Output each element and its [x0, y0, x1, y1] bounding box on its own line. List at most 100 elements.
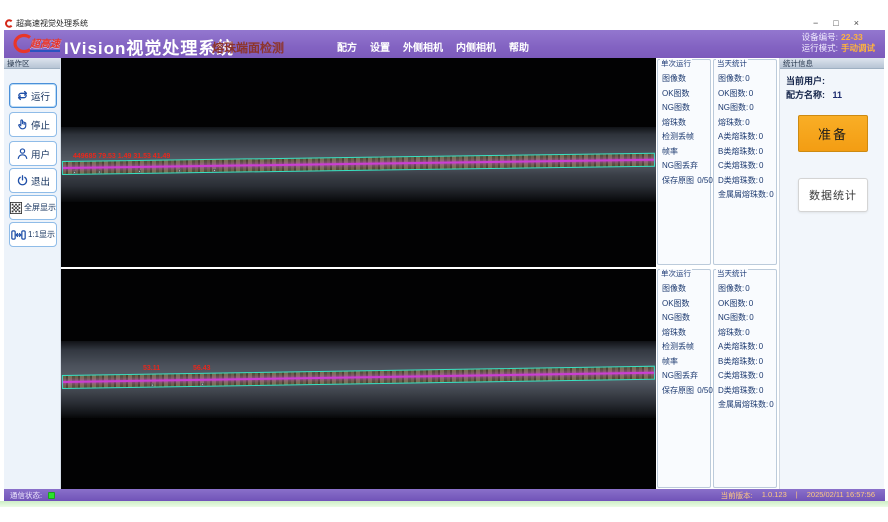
stat-row: 熔珠数 [658, 116, 710, 131]
power-icon [16, 174, 29, 187]
page-title: IVision视觉处理系统 [64, 34, 234, 59]
daily-stats-camera2: 当天统计 图像数:0 OK图数:0 NG图数:0 熔珠数:0 A类熔珠数:0 B… [713, 269, 777, 488]
sidebar-operations: 操作区 运行 停止 用户 退出 [4, 58, 61, 489]
camera1-defect-mark [178, 169, 181, 172]
stat-row: OK图数:0 [714, 87, 776, 102]
stat-row: C类熔珠数:0 [714, 369, 776, 384]
menu-item-inner-camera[interactable]: 内侧相机 [456, 39, 496, 54]
window-titlebar: 超高速视觉处理系统 − □ × [4, 17, 885, 30]
stat-row: A类熔珠数:0 [714, 340, 776, 355]
current-user-label: 当前用户: [786, 76, 825, 86]
inner-camera-view[interactable]: 53.11 56.43 [61, 269, 656, 489]
stat-row: NG图丢弃 [658, 159, 710, 174]
maximize-button[interactable]: □ [833, 17, 838, 30]
stat-row: NG图数:0 [714, 101, 776, 116]
stat-row: 帧率 [658, 355, 710, 370]
prepare-button[interactable]: 准备 [798, 115, 868, 152]
one-to-one-icon [11, 229, 26, 241]
stat-row: OK图数 [658, 297, 710, 312]
fullscreen-button[interactable]: 全屏显示 [9, 195, 57, 220]
stat-row: NG图数:0 [714, 311, 776, 326]
camera1-defect-mark [213, 169, 216, 172]
stat-row: A类熔珠数:0 [714, 130, 776, 145]
save-label: 保存原图 [662, 176, 694, 185]
run-button[interactable]: 运行 [9, 83, 57, 108]
menu-item-settings[interactable]: 设置 [370, 39, 390, 54]
camera2-measurement-annotation: 53.11 [143, 365, 160, 372]
data-statistics-button[interactable]: 数据统计 [798, 178, 868, 212]
group-title: 单次运行 [660, 59, 692, 68]
camera1-seam-line [63, 159, 654, 169]
info-panel-title: 统计信息 [780, 58, 884, 69]
group-title: 当天统计 [716, 269, 748, 278]
camera1-defect-mark [73, 171, 76, 174]
status-separator: | [796, 490, 798, 501]
stop-button[interactable]: 停止 [9, 112, 57, 137]
menu-item-recipe[interactable]: 配方 [337, 39, 357, 54]
app-header: 超高速 IVision视觉处理系统 熔珠端面检测 配方 设置 外侧相机 内侧相机… [4, 30, 885, 58]
statistics-info-panel: 统计信息 当前用户: 配方名称: 11 准备 数据统计 [779, 58, 884, 489]
one-to-one-button[interactable]: 1:1显示 [9, 222, 57, 247]
one-to-one-button-label: 1:1显示 [28, 229, 55, 240]
stat-row-save: 保存原图 0/500 [658, 384, 710, 399]
stat-row: NG图数 [658, 101, 710, 116]
camera2-defect-mark [201, 383, 204, 386]
stat-row: NG图丢弃 [658, 369, 710, 384]
camera1-defect-mark [98, 170, 101, 173]
exit-button[interactable]: 退出 [9, 168, 57, 193]
stop-button-label: 停止 [31, 118, 50, 132]
status-datetime: 2025/02/11 16:57:56 [807, 490, 875, 501]
stat-row: 图像数 [658, 282, 710, 297]
device-number-value: 22-33 [841, 32, 863, 42]
stat-row: 金属屑熔珠数:0 [714, 188, 776, 203]
page-subtitle: 熔珠端面检测 [212, 39, 284, 56]
version-value: 1.0.123 [762, 490, 787, 501]
exit-button-label: 退出 [31, 174, 50, 188]
save-label: 保存原图 [662, 386, 694, 395]
stat-row: D类熔珠数:0 [714, 384, 776, 399]
camera2-defect-mark [151, 384, 154, 387]
stop-hand-icon [16, 118, 29, 131]
run-button-label: 运行 [31, 89, 50, 103]
version-label: 当前版本: [721, 490, 753, 501]
brand-name: 超高速 [30, 35, 60, 52]
taskbar-edge-strip [0, 501, 888, 507]
app-logo-icon [4, 19, 13, 28]
stat-row: 熔珠数:0 [714, 116, 776, 131]
stat-row: D类熔珠数:0 [714, 174, 776, 189]
main-menu: 配方 设置 外侧相机 内侧相机 帮助 [337, 39, 529, 54]
stat-row: 金属屑熔珠数:0 [714, 398, 776, 413]
stat-row: 熔珠数 [658, 326, 710, 341]
comm-status-label: 通信状态: [10, 490, 42, 501]
outer-camera-view[interactable]: 449685 79.53 1.49 31.53 41.49 [61, 58, 656, 267]
device-number-label: 设备编号: [802, 32, 838, 42]
current-user-row: 当前用户: [786, 74, 825, 87]
user-button-label: 用户 [31, 147, 50, 161]
minimize-button[interactable]: − [813, 17, 818, 30]
user-icon [16, 147, 29, 160]
recipe-name-row: 配方名称: 11 [786, 88, 842, 101]
user-button[interactable]: 用户 [9, 141, 57, 166]
run-mode-value: 手动调试 [841, 43, 875, 53]
recipe-name-label: 配方名称: [786, 90, 825, 100]
single-run-stats-camera1: 单次运行 图像数 OK图数 NG图数 熔珠数 检测丢帧 帧率 NG图丢弃 保存原… [657, 59, 711, 265]
stat-row: 图像数 [658, 72, 710, 87]
stat-row: 熔珠数:0 [714, 326, 776, 341]
brand-logo: 超高速 [10, 33, 60, 54]
camera2-measurement-annotation: 56.43 [193, 365, 211, 372]
fullscreen-button-label: 全屏显示 [24, 202, 56, 213]
window-title: 超高速视觉处理系统 [16, 18, 88, 29]
device-info: 设备编号:22-33 运行模式:手动调试 [802, 32, 875, 54]
menu-item-help[interactable]: 帮助 [509, 39, 529, 54]
version-datetime: 当前版本: 1.0.123 | 2025/02/11 16:57:56 [721, 490, 875, 501]
close-button[interactable]: × [854, 17, 859, 30]
stat-row: 帧率 [658, 145, 710, 160]
stat-row: 图像数:0 [714, 72, 776, 87]
menu-item-outer-camera[interactable]: 外侧相机 [403, 39, 443, 54]
stat-row: OK图数 [658, 87, 710, 102]
recipe-name-value: 11 [833, 90, 843, 100]
status-bar: 通信状态: 当前版本: 1.0.123 | 2025/02/11 16:57:5… [4, 489, 885, 501]
group-title: 单次运行 [660, 269, 692, 278]
group-title: 当天统计 [716, 59, 748, 68]
comm-status-indicator [48, 492, 55, 499]
